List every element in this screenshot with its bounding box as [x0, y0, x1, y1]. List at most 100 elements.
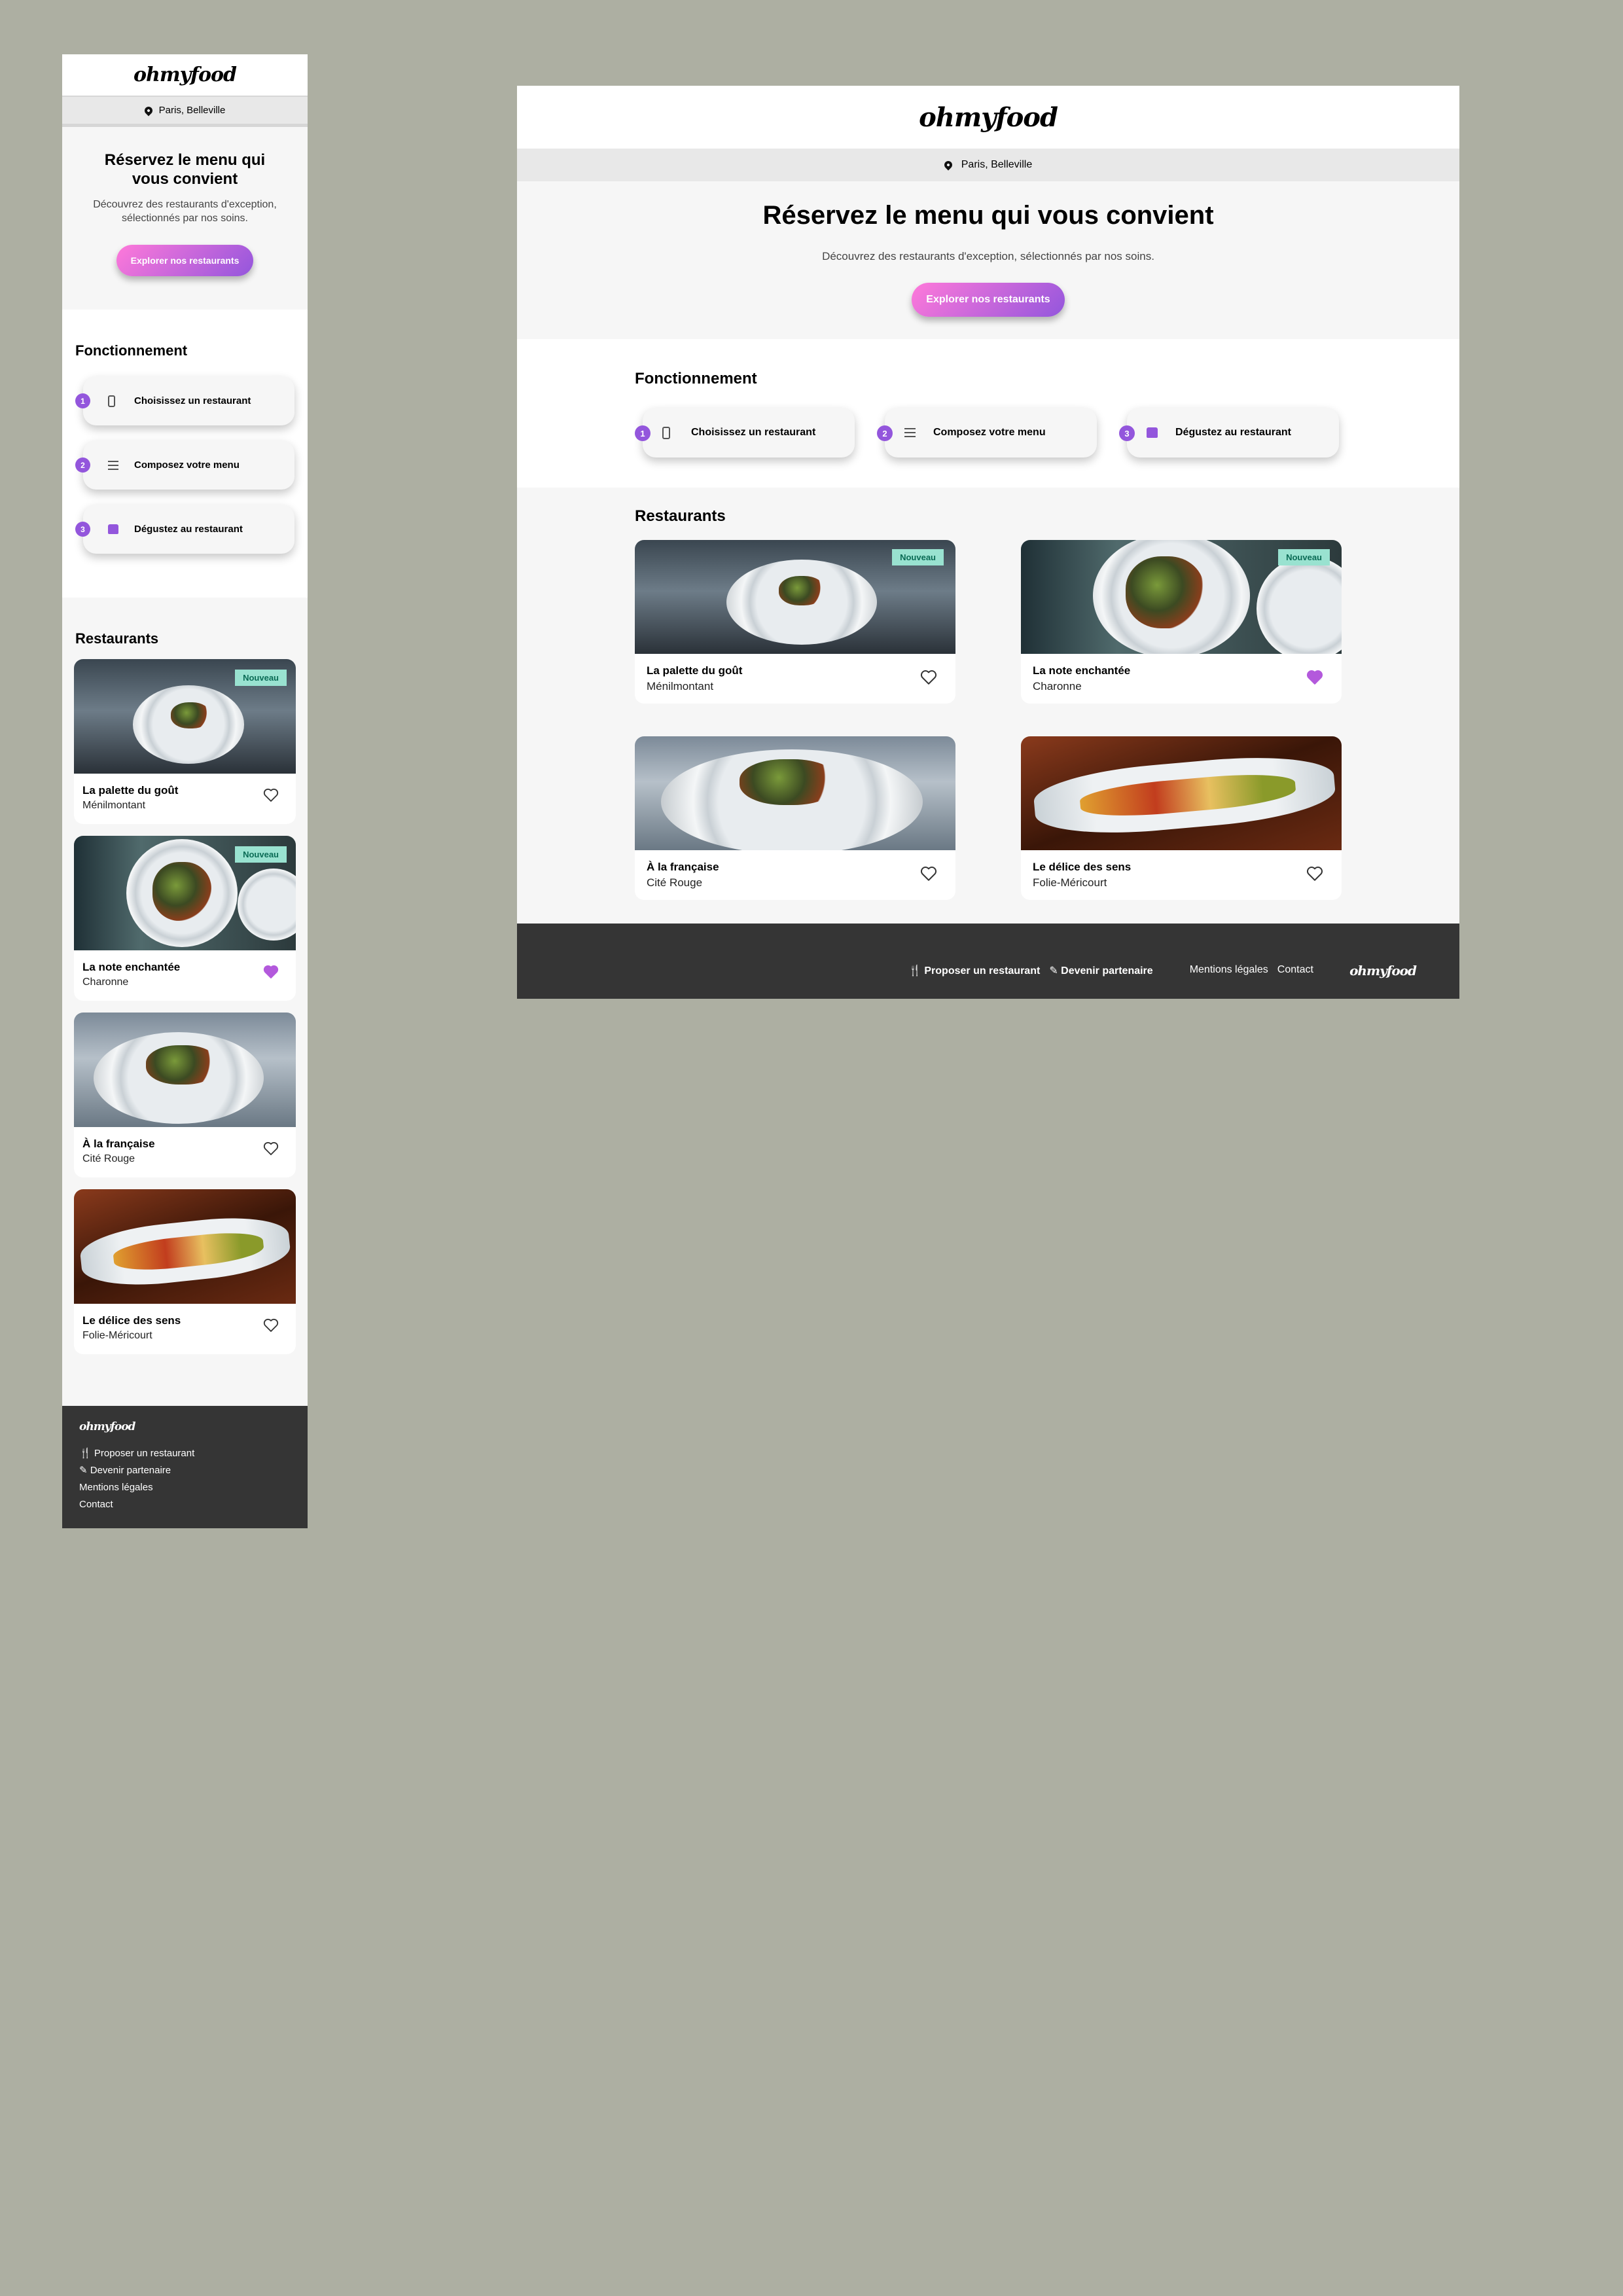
step-card[interactable]: Choisissez un restaurant	[83, 376, 294, 425]
smartphone-icon	[108, 395, 115, 407]
heart-filled-icon[interactable]	[1306, 670, 1323, 689]
restaurant-area: Cité Rouge	[82, 1153, 135, 1164]
site-header: ohmyfood	[517, 86, 1459, 149]
footer-logo[interactable]: ohmyfood	[79, 1420, 291, 1433]
step-label: Choisissez un restaurant	[691, 427, 816, 438]
site-footer: ohmyfood 🍴 Proposer un restaurant ✎ Deve…	[62, 1406, 308, 1528]
restaurant-area: Charonne	[82, 977, 129, 988]
new-badge: Nouveau	[235, 846, 287, 863]
step-label: Composez votre menu	[933, 427, 1046, 438]
hero-subtitle: Découvrez des restaurants d'exception, s…	[93, 199, 277, 224]
restaurant-name: Le délice des sens	[1033, 861, 1132, 873]
restaurant-card[interactable]: À la française Cité Rouge	[74, 1013, 296, 1177]
hero-title: Réservez le menu qui vous convient	[104, 151, 266, 188]
step-number: 3	[1119, 425, 1135, 441]
restaurant-photo	[1021, 736, 1342, 850]
step-2: Composez votre menu 2	[877, 408, 1097, 457]
step-3: Dégustez au restaurant 3	[75, 505, 294, 554]
section-title: Fonctionnement	[635, 370, 757, 387]
restaurant-area: Cité Rouge	[647, 876, 703, 889]
restaurants-section: Restaurants Nouveau La palette du goût M…	[62, 598, 308, 1354]
restaurant-area: Ménilmontant	[82, 800, 146, 811]
handshake-icon: ✎	[79, 1465, 90, 1476]
hero-section: Réservez le menu qui vous convient Décou…	[517, 181, 1459, 339]
logo[interactable]: ohmyfood	[919, 102, 1058, 133]
section-title: Fonctionnement	[75, 342, 188, 359]
footer-partner-link[interactable]: ✎ Devenir partenaire	[79, 1462, 291, 1479]
heart-filled-icon[interactable]	[263, 965, 279, 982]
site-footer: 🍴 Proposer un restaurant ✎ Devenir parte…	[517, 924, 1459, 999]
restaurant-name: La note enchantée	[1033, 664, 1131, 677]
step-card[interactable]: Dégustez au restaurant	[83, 505, 294, 554]
step-label: Composez votre menu	[134, 459, 240, 471]
restaurant-card[interactable]: Nouveau La palette du goût Ménilmontant	[74, 659, 296, 824]
heart-outline-icon[interactable]	[263, 1318, 279, 1336]
restaurant-card[interactable]: Nouveau La palette du goût Ménilmontant	[635, 540, 955, 704]
step-card[interactable]: Dégustez au restaurant	[1127, 408, 1339, 457]
restaurant-name: La palette du goût	[82, 784, 179, 797]
explore-button[interactable]: Explorer nos restaurants	[912, 283, 1065, 317]
step-label: Dégustez au restaurant	[1175, 427, 1291, 438]
restaurant-photo	[74, 1013, 296, 1127]
restaurant-area: Ménilmontant	[647, 680, 714, 692]
step-number: 2	[75, 457, 90, 473]
restaurant-name: À la française	[82, 1138, 155, 1150]
footer-legal-link[interactable]: Mentions légales	[1190, 964, 1268, 977]
step-3: Dégustez au restaurant 3	[1119, 408, 1339, 457]
step-number: 1	[635, 425, 651, 441]
list-icon	[108, 460, 118, 470]
footer-legal-link[interactable]: Mentions légales	[79, 1479, 291, 1496]
restaurant-card[interactable]: Nouveau La note enchantée Charonne	[74, 836, 296, 1001]
how-it-works-section: Fonctionnement Choisissez un restaurant …	[517, 339, 1459, 488]
store-icon	[1147, 427, 1158, 438]
hero-title: Réservez le menu qui vous convient	[762, 201, 1214, 230]
restaurant-card[interactable]: Le délice des sens Folie-Méricourt	[1021, 736, 1342, 900]
footer-partner-link[interactable]: ✎ Devenir partenaire	[1049, 964, 1152, 977]
footer-logo[interactable]: ohmyfood	[1349, 963, 1417, 978]
utensils-icon: 🍴	[908, 965, 925, 977]
footer-propose-link[interactable]: 🍴 Proposer un restaurant	[908, 964, 1040, 977]
step-card[interactable]: Composez votre menu	[83, 440, 294, 490]
restaurant-name: Le délice des sens	[82, 1314, 181, 1327]
heart-outline-icon[interactable]	[263, 788, 279, 806]
map-pin-icon	[942, 159, 954, 171]
step-2: Composez votre menu 2	[75, 440, 294, 490]
heart-outline-icon[interactable]	[920, 670, 937, 689]
location-text: Paris, Belleville	[961, 159, 1033, 170]
restaurant-name: La palette du goût	[647, 664, 743, 677]
step-label: Choisissez un restaurant	[134, 395, 251, 406]
step-card[interactable]: Composez votre menu	[885, 408, 1097, 457]
hero-section: Réservez le menu qui vous convient Décou…	[62, 127, 308, 310]
step-1: Choisissez un restaurant 1	[75, 376, 294, 425]
restaurant-card[interactable]: À la française Cité Rouge	[635, 736, 955, 900]
restaurant-card[interactable]: Nouveau La note enchantée Charonne	[1021, 540, 1342, 704]
how-it-works-section: Fonctionnement Choisissez un restaurant …	[62, 310, 308, 598]
new-badge: Nouveau	[892, 549, 944, 565]
handshake-icon: ✎	[1049, 965, 1061, 977]
footer-propose-link[interactable]: 🍴 Proposer un restaurant	[79, 1445, 291, 1462]
step-number: 2	[877, 425, 893, 441]
list-icon	[904, 428, 916, 437]
restaurant-card[interactable]: Le délice des sens Folie-Méricourt	[74, 1189, 296, 1354]
restaurant-area: Folie-Méricourt	[82, 1330, 152, 1341]
restaurant-name: La note enchantée	[82, 961, 181, 973]
step-number: 1	[75, 393, 90, 408]
restaurant-name: À la française	[647, 861, 719, 873]
explore-button[interactable]: Explorer nos restaurants	[116, 245, 254, 276]
step-card[interactable]: Choisissez un restaurant	[643, 408, 855, 457]
utensils-icon: 🍴	[79, 1448, 94, 1459]
restaurant-area: Folie-Méricourt	[1033, 876, 1107, 889]
heart-outline-icon[interactable]	[263, 1141, 279, 1159]
step-number: 3	[75, 522, 90, 537]
smartphone-icon	[662, 426, 670, 439]
footer-contact-link[interactable]: Contact	[1277, 964, 1313, 977]
step-1: Choisissez un restaurant 1	[635, 408, 855, 457]
store-icon	[108, 524, 118, 534]
restaurant-area: Charonne	[1033, 680, 1082, 692]
heart-outline-icon[interactable]	[1306, 866, 1323, 885]
heart-outline-icon[interactable]	[920, 866, 937, 885]
logo[interactable]: ohmyfood	[134, 63, 237, 86]
step-label: Dégustez au restaurant	[134, 524, 243, 535]
mobile-mockup: ohmyfood Paris, Belleville Réservez le m…	[62, 54, 308, 1528]
footer-contact-link[interactable]: Contact	[79, 1496, 291, 1513]
